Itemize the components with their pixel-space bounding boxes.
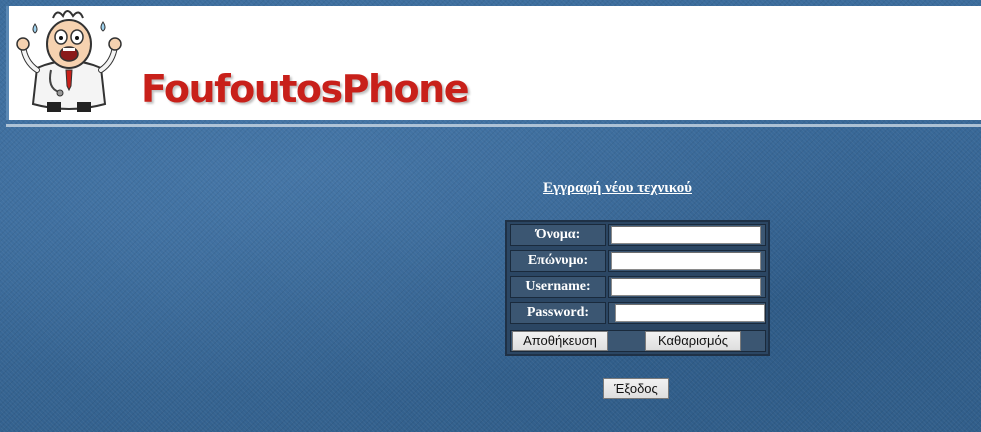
last-name-label: Επώνυμο: xyxy=(510,250,606,272)
username-input[interactable] xyxy=(611,278,761,296)
first-name-cell xyxy=(608,224,766,246)
first-name-label: Όνομα: xyxy=(510,224,606,246)
form-buttons-row: Αποθήκευση Καθαρισμός xyxy=(510,330,766,352)
password-label: Password: xyxy=(510,302,606,324)
password-input[interactable] xyxy=(615,304,765,322)
page-background: FoufoutosPhone Εγγραφή νέου τεχνικού Όνο… xyxy=(0,0,981,432)
registration-form: Όνομα: Επώνυμο: Username: Password: Αποθ… xyxy=(505,220,770,356)
exit-button[interactable]: Έξοδος xyxy=(603,378,669,399)
password-cell xyxy=(608,302,766,324)
header-divider xyxy=(6,124,981,127)
first-name-input[interactable] xyxy=(611,226,761,244)
last-name-cell xyxy=(608,250,766,272)
site-header: FoufoutosPhone xyxy=(6,6,981,120)
brand-logo-text: FoufoutosPhone xyxy=(141,67,470,111)
form-title: Εγγραφή νέου τεχνικού xyxy=(543,180,692,196)
save-button[interactable]: Αποθήκευση xyxy=(512,331,608,351)
panicked-doctor-mascot-icon xyxy=(16,10,122,112)
username-label: Username: xyxy=(510,276,606,298)
username-cell xyxy=(608,276,766,298)
last-name-input[interactable] xyxy=(611,252,761,270)
clear-button[interactable]: Καθαρισμός xyxy=(645,331,741,351)
